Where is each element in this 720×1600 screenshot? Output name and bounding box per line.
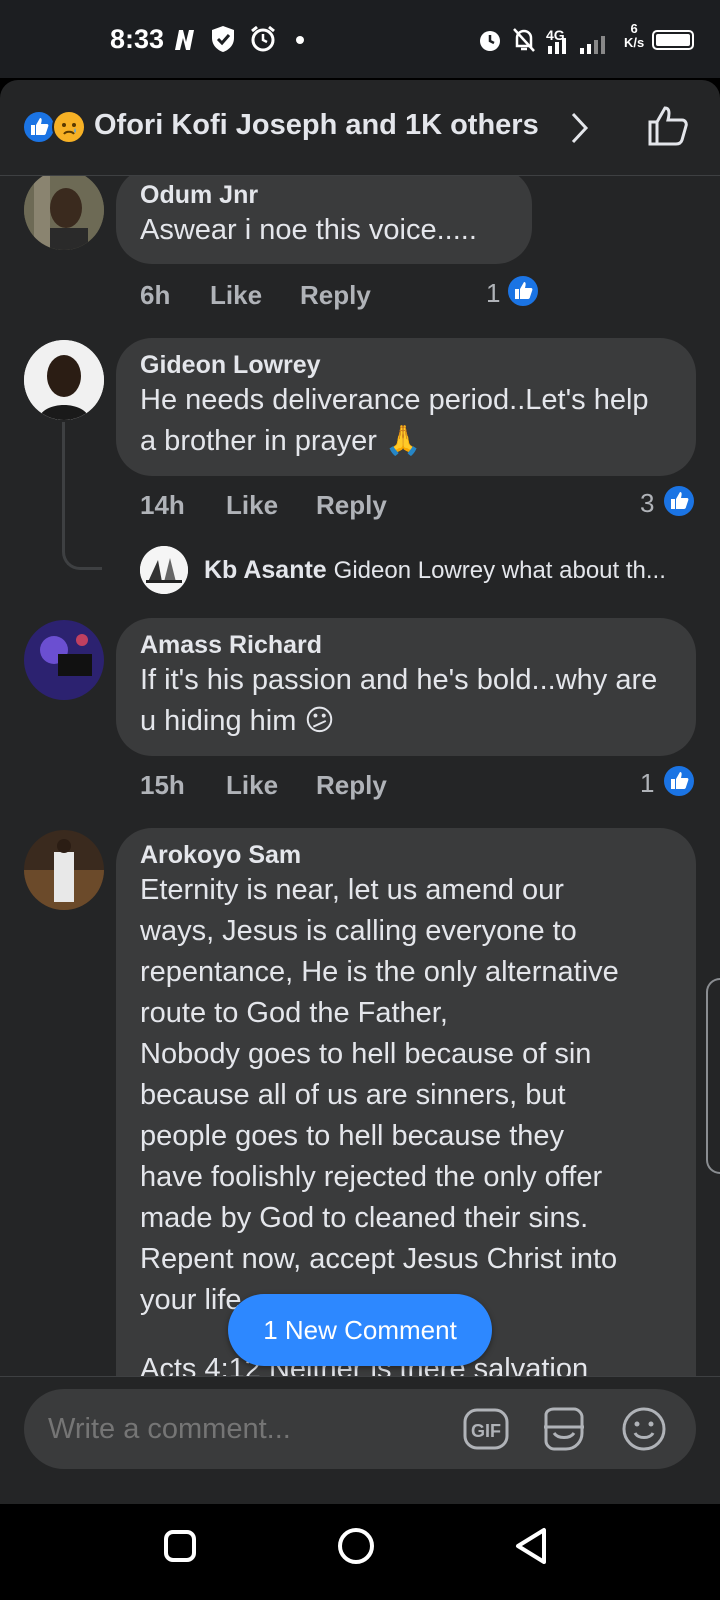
reply-preview[interactable]: Kb Asante Gideon Lowrey what about th...: [204, 556, 704, 585]
avatar[interactable]: [24, 830, 104, 910]
shield-check-icon: [212, 26, 234, 52]
gif-icon[interactable]: GIF: [462, 1405, 510, 1453]
comment-author[interactable]: Odum Jnr: [140, 180, 508, 210]
back-icon[interactable]: [512, 1526, 552, 1566]
reactions-header[interactable]: Ofori Kofi Joseph and 1K others: [0, 80, 720, 176]
comment-line: because all of us are sinners, but: [140, 1079, 566, 1111]
comments-list: Odum Jnr Aswear i noe this voice..... 6h…: [0, 176, 720, 1480]
comment-meta: 15h Like Reply: [140, 770, 540, 802]
like-badge-icon: [506, 274, 540, 308]
comment-meta: 14h Like Reply: [140, 490, 540, 522]
sad-reaction-icon: [52, 110, 86, 144]
comment-bubble[interactable]: Odum Jnr Aswear i noe this voice.....: [116, 176, 532, 264]
comment-text: He needs deliverance period..Let's help …: [140, 384, 649, 457]
new-comment-button[interactable]: 1 New Comment: [228, 1294, 492, 1366]
comment-composer[interactable]: GIF: [24, 1389, 696, 1469]
netflix-n-icon: [175, 30, 194, 50]
alarm-icon: [251, 25, 275, 52]
comment-bubble[interactable]: Gideon Lowrey He needs deliverance perio…: [116, 338, 696, 476]
like-badge-icon: [662, 764, 696, 798]
chevron-right-icon[interactable]: [568, 110, 592, 146]
comment-time: 15h: [140, 770, 185, 800]
like-badge-icon: [662, 484, 696, 518]
comment-line: ways, Jesus is calling everyone to: [140, 915, 577, 947]
emoji-icon[interactable]: [620, 1405, 668, 1453]
network-speed: 6 K/s: [624, 22, 644, 50]
system-navigation-bar: [0, 1504, 720, 1600]
reply-thread-line: [62, 422, 102, 570]
signal-strength-icon: [548, 36, 605, 54]
comment-line: Eternity is near, let us amend our: [140, 874, 564, 906]
like-count: 1: [640, 768, 655, 798]
reply-author[interactable]: Kb Asante: [204, 556, 327, 584]
home-icon[interactable]: [336, 1526, 376, 1566]
reply-link[interactable]: Reply: [316, 770, 387, 801]
reactors-summary[interactable]: Ofori Kofi Joseph and 1K others: [94, 109, 539, 142]
comment-time: 14h: [140, 490, 185, 520]
composer-area: GIF: [0, 1376, 720, 1480]
comment-text: If it's his passion and he's bold...why …: [140, 664, 658, 737]
alarm-icon-right: [480, 31, 500, 51]
comment-line: made by God to cleaned their sins.: [140, 1202, 589, 1234]
like-count: 3: [640, 488, 655, 518]
gif-label: GIF: [471, 1421, 501, 1441]
comment-author[interactable]: Amass Richard: [140, 630, 672, 660]
speed-value: 6: [630, 21, 638, 36]
reply-avatar[interactable]: [140, 546, 188, 594]
avatar[interactable]: [24, 340, 104, 420]
comment-meta: 6h Like Reply: [140, 280, 540, 312]
comment-bubble[interactable]: Amass Richard If it's his passion and he…: [116, 618, 696, 756]
comment-line: Repent now, accept Jesus Christ into: [140, 1243, 618, 1275]
like-link[interactable]: Like: [210, 280, 262, 311]
reply-link[interactable]: Reply: [300, 280, 371, 311]
comments-sheet: Ofori Kofi Joseph and 1K others Odum Jnr…: [0, 80, 720, 1504]
comment-line: have foolishly rejected the only offer: [140, 1161, 603, 1193]
comment-text: Aswear i noe this voice.....: [140, 214, 477, 246]
comment-author[interactable]: Arokoyo Sam: [140, 840, 672, 870]
like-link[interactable]: Like: [226, 490, 278, 521]
avatar[interactable]: [24, 620, 104, 700]
status-bar: 8:33 4G 6 K/s: [0, 0, 720, 78]
avatar[interactable]: [24, 176, 104, 250]
reply-text: Gideon Lowrey what about th...: [333, 557, 666, 584]
like-link[interactable]: Like: [226, 770, 278, 801]
comment-time: 6h: [140, 280, 171, 310]
like-reaction-icon: [22, 110, 56, 144]
recent-apps-icon[interactable]: [160, 1526, 200, 1566]
status-time: 8:33: [110, 24, 165, 54]
like-outline-icon[interactable]: [646, 104, 690, 148]
notification-dot: [296, 36, 304, 44]
comment-line: Nobody goes to hell because of sin: [140, 1038, 592, 1070]
like-count: 1: [486, 278, 501, 308]
comment-line: route to God the Father,: [140, 997, 448, 1029]
comment-author[interactable]: Gideon Lowrey: [140, 350, 672, 380]
reply-link[interactable]: Reply: [316, 490, 387, 521]
comment-line: repentance, He is the only alternative: [140, 956, 619, 988]
comment-line: people goes to hell because they: [140, 1120, 565, 1152]
scroll-handle[interactable]: [706, 978, 720, 1174]
mute-notifications-icon: [513, 28, 535, 52]
battery-icon: [652, 30, 694, 50]
comment-input[interactable]: [48, 1389, 448, 1469]
sticker-icon[interactable]: [540, 1405, 588, 1453]
speed-unit: K/s: [624, 35, 645, 50]
